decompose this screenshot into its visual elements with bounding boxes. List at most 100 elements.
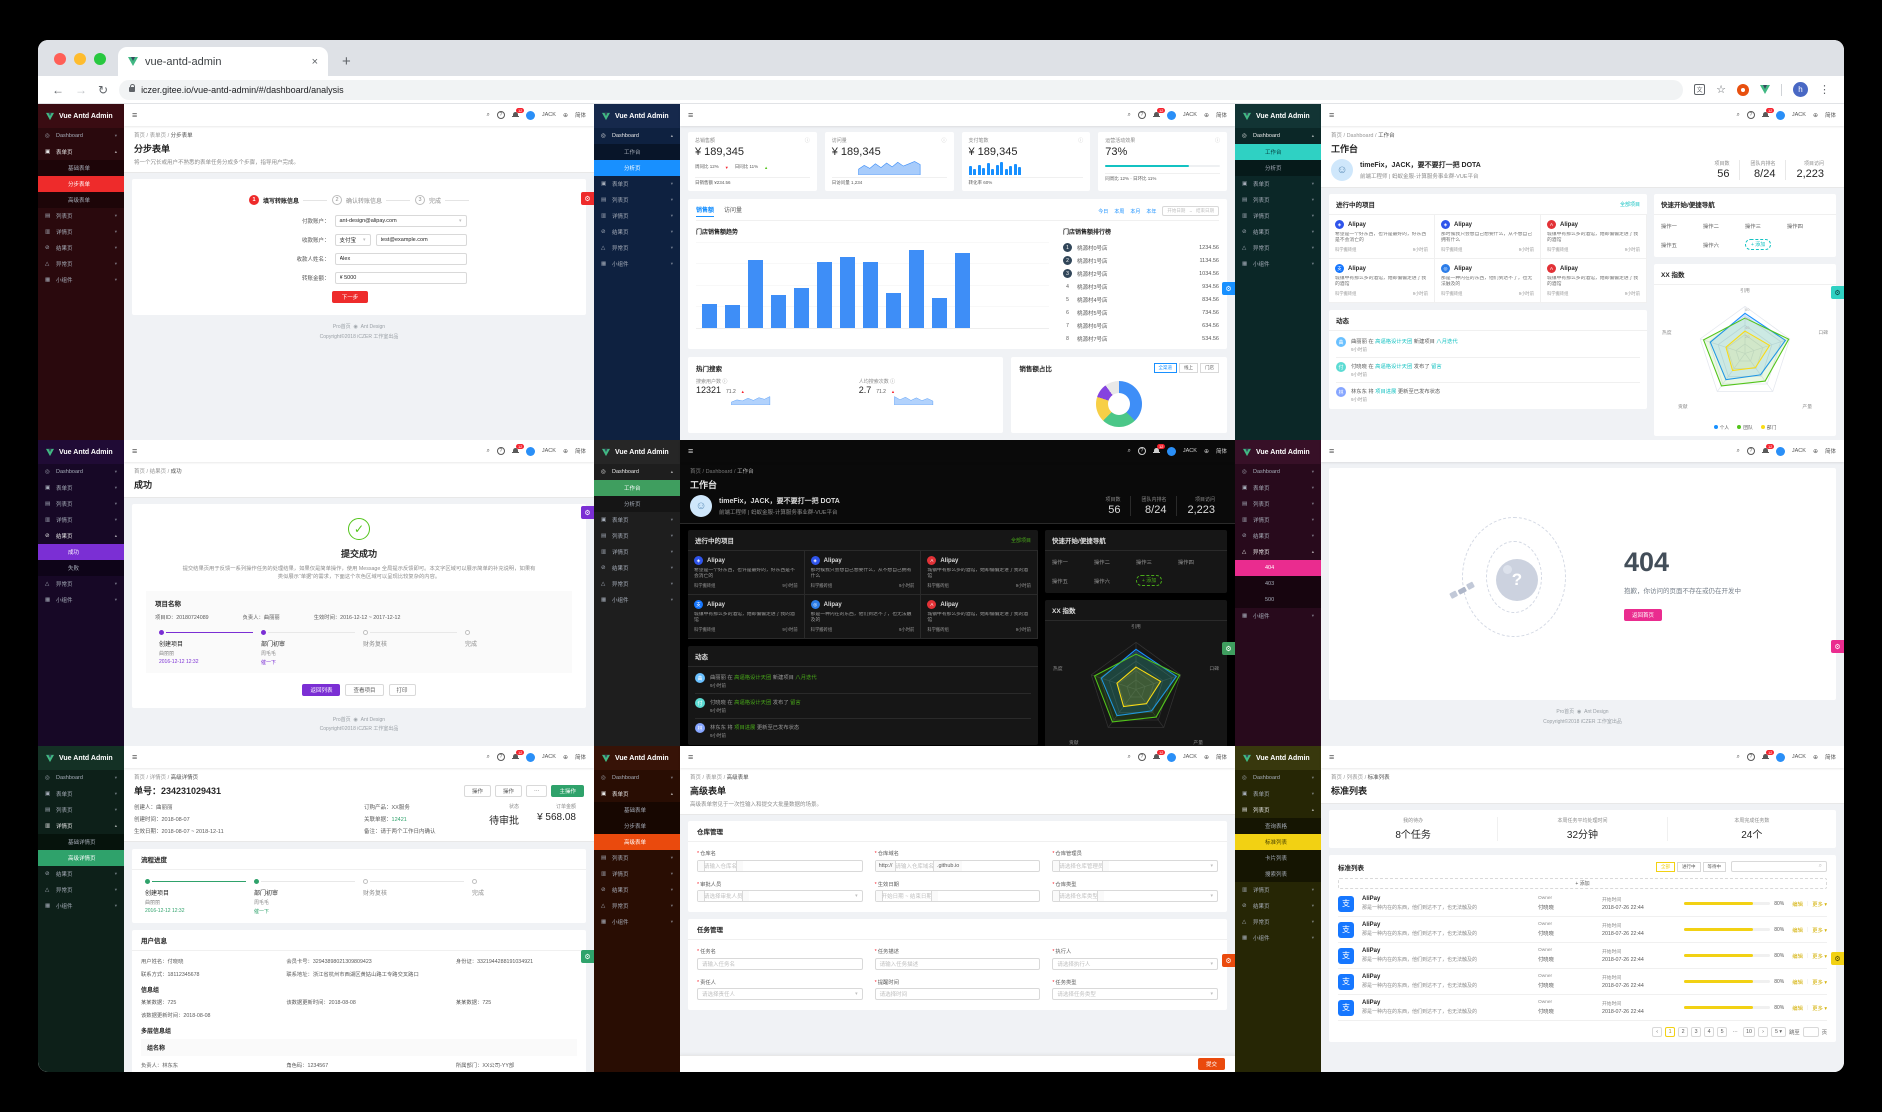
sidebar-item[interactable]: ⊘ 结果页 ▾ [1235, 224, 1321, 240]
help-icon[interactable]: ? [1746, 753, 1755, 761]
sidebar-item[interactable]: ⊘ 结果页 ▾ [594, 560, 680, 576]
sidebar-item[interactable]: △ 异常页 ▾ [38, 256, 124, 272]
edit-link[interactable]: 编辑 [1792, 926, 1803, 934]
app-logo[interactable]: Vue Antd Admin [38, 104, 124, 128]
collapse-trigger-icon[interactable]: ≡ [132, 110, 137, 120]
notification-bell-icon[interactable]: 12 [1152, 750, 1165, 760]
sidebar-item[interactable]: 基础表单 [38, 160, 124, 176]
language-switch[interactable]: 简体 [1216, 753, 1227, 761]
avatar[interactable] [1775, 752, 1785, 762]
sidebar-item[interactable]: ▦ 小组件 ▾ [1235, 256, 1321, 272]
legend-item[interactable]: 个人 [1713, 424, 1729, 431]
date-range-picker[interactable]: 开始日期 ~ 结束日期 [1162, 206, 1219, 216]
collapse-trigger-icon[interactable]: ≡ [132, 446, 137, 456]
globe-icon[interactable]: ⊕ [563, 448, 568, 455]
sidebar-item[interactable]: 分析页 [1235, 160, 1321, 176]
amount-input[interactable] [334, 272, 467, 284]
sidebar-item[interactable]: △ 异常页 ▾ [594, 576, 680, 592]
globe-icon[interactable]: ⊕ [1204, 754, 1209, 761]
sidebar-item[interactable]: ▣ 表单页 ▾ [594, 512, 680, 528]
username[interactable]: JACK [1183, 448, 1197, 454]
project-card[interactable]: ◈ Alipay 希望是一个好东西，也许是最好的，好东西是不会消亡的 科学搬砖组 9… [1329, 215, 1435, 259]
search-icon[interactable]: ⌕ [1737, 112, 1740, 119]
tab-close-icon[interactable]: × [312, 56, 318, 68]
all-projects-link[interactable]: 全部项目 [1620, 201, 1640, 208]
info-icon[interactable]: ⓘ [1078, 137, 1083, 144]
app-logo[interactable]: Vue Antd Admin [594, 104, 680, 128]
browser-tab[interactable]: vue-antd-admin × [118, 47, 328, 76]
sidebar-item[interactable]: 工作台 [1235, 144, 1321, 160]
more-link[interactable]: 更多 ▾ [1812, 900, 1827, 908]
form-input[interactable]: 开始日期 ~ 结束日期 [874, 890, 1041, 902]
page-button[interactable]: 4 [1704, 1027, 1715, 1037]
notification-bell-icon[interactable]: 12 [511, 108, 524, 118]
print-button[interactable]: 打印 [388, 683, 416, 696]
search-icon[interactable]: ⌕ [1737, 448, 1740, 455]
username[interactable]: JACK [542, 754, 556, 760]
globe-icon[interactable]: ⊕ [1813, 448, 1818, 455]
project-card[interactable]: ◎ Alipay 那是一种内在的东西，他们到达不了，也无法触及的 科学搬砖组 9小时… [1435, 259, 1541, 303]
back-button[interactable]: ← [52, 83, 64, 97]
sidebar-item[interactable]: 搜索列表 [1235, 866, 1321, 882]
globe-icon[interactable]: ⊕ [563, 754, 568, 761]
sidebar-item[interactable]: 成功 [38, 544, 124, 560]
add-quick-op-button[interactable]: + 添加 [1745, 239, 1772, 250]
sidebar-item[interactable]: 500 [1235, 592, 1321, 608]
sidebar-item[interactable]: 404 [1235, 560, 1321, 576]
sidebar-item[interactable]: 基础表单 [594, 802, 680, 818]
sidebar-item[interactable]: ▥ 详情页 ▾ [594, 208, 680, 224]
more-link[interactable]: 更多 ▾ [1812, 1004, 1827, 1012]
help-icon[interactable]: ? [1137, 111, 1146, 119]
sidebar-item[interactable]: △ 异常页 ▾ [38, 882, 124, 898]
breadcrumb[interactable]: 首页 / 表单页 / 分步表单 [134, 131, 584, 139]
theme-settings-button[interactable]: ⚙ [1831, 286, 1844, 299]
filter-tab[interactable]: 等待中 [1702, 861, 1726, 872]
back-home-button[interactable]: 返回首页 [1624, 608, 1663, 621]
sidebar-item[interactable]: 高级表单 [38, 192, 124, 208]
sidebar-item[interactable]: 卡片列表 [1235, 850, 1321, 866]
notification-bell-icon[interactable]: 12 [1761, 750, 1774, 760]
collapse-trigger-icon[interactable]: ≡ [688, 110, 693, 120]
sidebar-item[interactable]: ▣ 表单页 ▾ [1235, 480, 1321, 496]
project-card[interactable]: ◎ Alipay 那是一种内在的东西，他们到达不了，也无法触及的 科学搬砖组 9小时… [804, 595, 922, 639]
search-icon[interactable]: ⌕ [487, 448, 490, 455]
theme-settings-button[interactable]: ⚙ [581, 192, 594, 205]
sidebar-item[interactable]: ◎ Dashboard ▾ [1235, 770, 1321, 786]
form-input[interactable]: 请选择仓库管理员 ▾ [1052, 859, 1218, 872]
project-card[interactable]: A Alipay 城镇中有那么多的酒馆，她却偏偏走进了我的酒馆 科学搬砖组 9小时前 [921, 595, 1038, 639]
new-tab-button[interactable]: + [342, 53, 351, 70]
list-search-input[interactable]: ⌕ [1731, 861, 1827, 872]
sidebar-item[interactable]: ⊘ 结果页 ▾ [594, 224, 680, 240]
sidebar-item[interactable]: ▥ 详情页 ▾ [38, 224, 124, 240]
channel-tab[interactable]: 门店 [1200, 363, 1219, 373]
page-button[interactable]: ‹ [1652, 1027, 1663, 1037]
sidebar-item[interactable]: ▥ 详情页 ▾ [1235, 208, 1321, 224]
page-button[interactable]: 1 [1665, 1027, 1676, 1037]
help-icon[interactable]: ? [496, 111, 505, 119]
related-doc-link[interactable]: 12421 [392, 817, 407, 823]
page-size-select[interactable]: 5 ▾ [1771, 1027, 1787, 1037]
channel-tab[interactable]: 全渠道 [1153, 363, 1177, 373]
sidebar-item[interactable]: ▥ 详情页 ▾ [1235, 882, 1321, 898]
sidebar-item[interactable]: ⊘ 结果页 ▾ [594, 882, 680, 898]
jump-page-input[interactable] [1802, 1027, 1819, 1037]
sidebar-item[interactable]: △ 异常页 ▾ [1235, 240, 1321, 256]
sidebar-item[interactable]: ◎ Dashboard ▾ [594, 770, 680, 786]
language-switch[interactable]: 简体 [1825, 447, 1836, 455]
info-icon[interactable]: ⓘ [941, 137, 946, 144]
sidebar-item[interactable]: ▦ 小组件 ▾ [594, 256, 680, 272]
more-actions-button[interactable]: ··· [525, 784, 548, 797]
app-logo[interactable]: Vue Antd Admin [1235, 746, 1321, 770]
all-projects-link[interactable]: 全部项目 [1011, 537, 1031, 544]
sidebar-item[interactable]: ◎ Dashboard ▴ [594, 128, 680, 144]
language-switch[interactable]: 简体 [1825, 111, 1836, 119]
help-icon[interactable]: ? [496, 447, 505, 455]
globe-icon[interactable]: ⊕ [1813, 112, 1818, 119]
app-logo[interactable]: Vue Antd Admin [594, 440, 680, 464]
traffic-lights[interactable] [54, 53, 106, 65]
username[interactable]: JACK [1792, 448, 1806, 454]
sidebar-item[interactable]: 分析页 [594, 496, 680, 512]
theme-settings-button[interactable]: ⚙ [1222, 954, 1235, 967]
sidebar-item[interactable]: ▥ 详情页 ▴ [38, 818, 124, 834]
app-logo[interactable]: Vue Antd Admin [1235, 440, 1321, 464]
